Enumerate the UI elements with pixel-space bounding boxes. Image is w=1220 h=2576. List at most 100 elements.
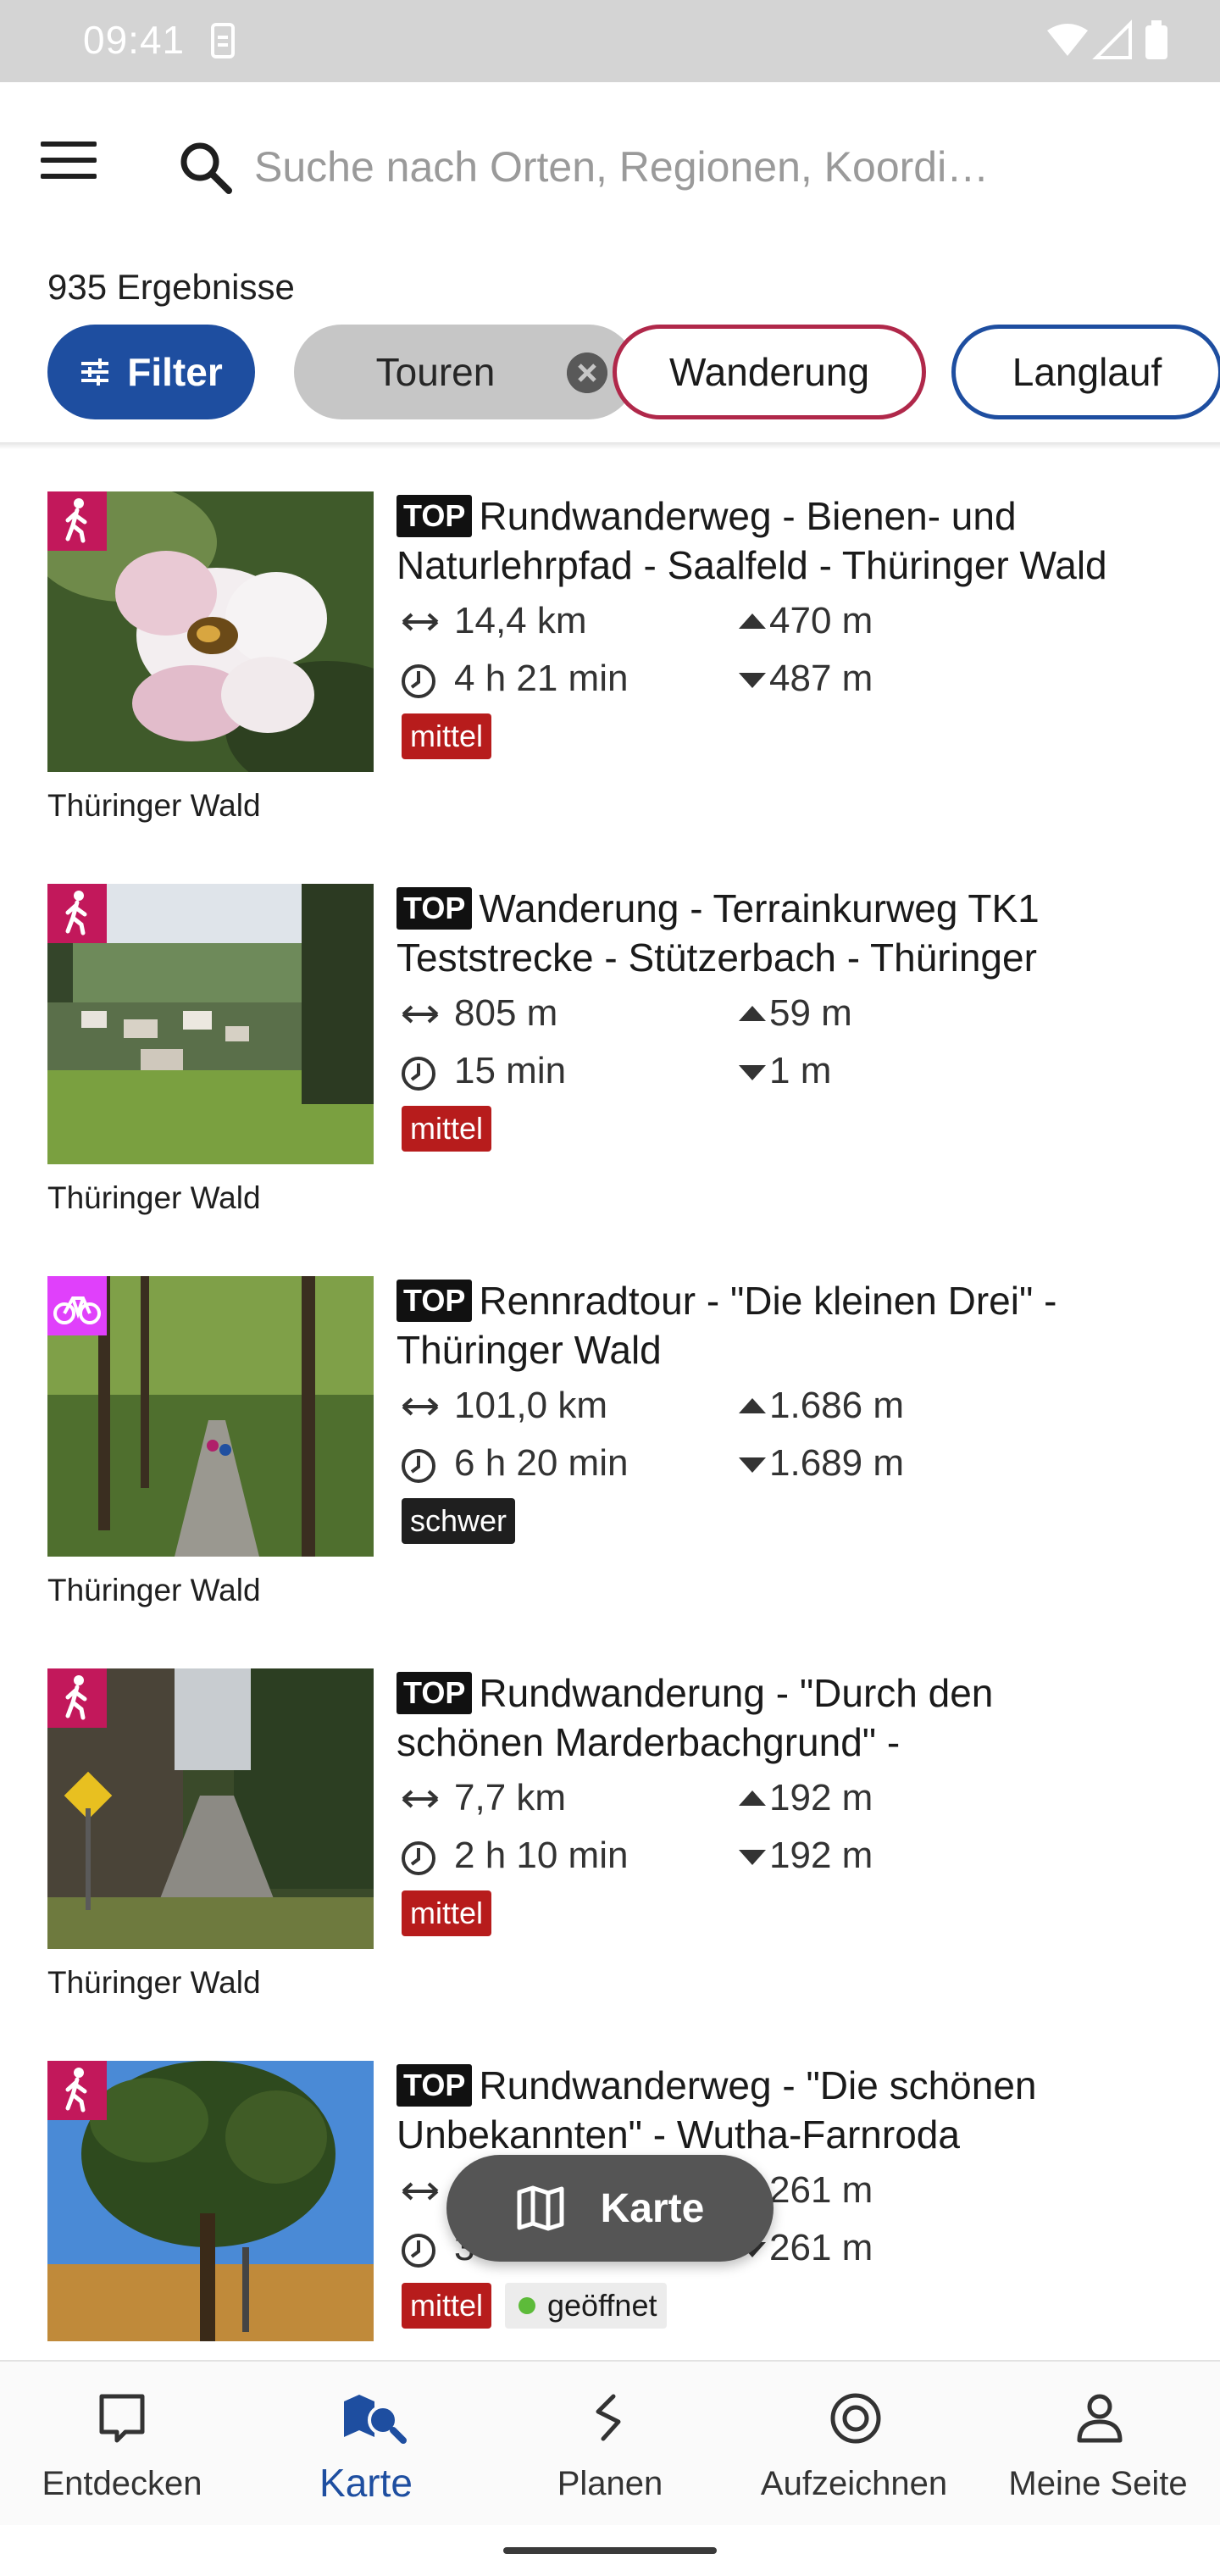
top-badge: TOP	[396, 495, 473, 537]
descent-icon	[739, 1065, 766, 1080]
tour-title-text: Rundwanderweg - Bienen- und Naturlehrpfa…	[396, 494, 1107, 587]
gesture-home-bar	[0, 2525, 1220, 2576]
nav-label: Entdecken	[42, 2465, 202, 2502]
ascent-icon	[739, 1790, 766, 1806]
header-divider	[0, 442, 1220, 449]
hiking-icon	[47, 2061, 107, 2120]
signal-icon	[1092, 19, 1132, 59]
nav-label: Planen	[557, 2465, 663, 2502]
tour-title-text: Rennradtour - "Die kleinen Drei" - Thüri…	[396, 1279, 1057, 1372]
discover-icon	[99, 2394, 145, 2443]
descent-icon	[739, 673, 766, 688]
filter-button[interactable]: Filter	[47, 325, 255, 419]
status-badge: geöffnet	[505, 2283, 668, 2329]
region-label: Thüringer Wald	[47, 1965, 261, 2000]
hiking-icon	[47, 491, 107, 551]
top-badge: TOP	[396, 887, 473, 930]
tour-title: TOP Rundwanderweg - "Die schönen Unbekann…	[396, 2061, 1176, 2162]
tour-title: TOP Rundwanderweg - Bienen- und Naturlehr…	[396, 491, 1176, 593]
region-label: Thüringer Wald	[47, 1180, 261, 1215]
clock-icon	[402, 1449, 435, 1483]
difficulty-badge: mittel	[402, 713, 492, 759]
wifi-icon	[1047, 24, 1088, 56]
nav-label: Meine Seite	[1008, 2465, 1188, 2502]
battery-icon	[1145, 25, 1167, 59]
tour-title-text: Wanderung - Terrainkurweg TK1 Teststreck…	[396, 886, 1040, 980]
map-icon	[344, 2395, 407, 2444]
chip-langlauf-label: Langlauf	[1012, 350, 1162, 394]
tour-title-text: Rundwanderweg - "Die schönen Unbekannten…	[396, 2063, 1037, 2157]
filter-sliders-icon	[81, 358, 109, 386]
descent-icon	[739, 1457, 766, 1473]
menu-icon-bar	[41, 142, 97, 147]
filter-label: Filter	[127, 350, 223, 394]
nav-label: Karte	[319, 2461, 413, 2505]
top-badge: TOP	[396, 1280, 473, 1322]
map-view-label: Karte	[600, 2185, 705, 2231]
clock-icon	[402, 664, 435, 698]
clock-icon	[402, 2234, 435, 2268]
close-icon[interactable]	[567, 353, 607, 393]
distance-icon	[402, 2182, 439, 2201]
distance-icon	[402, 1005, 439, 1024]
filter-chips: Filter Touren Wanderung Langlauf	[47, 325, 1220, 419]
region-label: Thüringer Wald	[47, 788, 261, 823]
nav-meine-seite[interactable]: Meine Seite	[976, 2362, 1220, 2527]
chip-langlauf[interactable]: Langlauf	[951, 325, 1220, 419]
result-count: 935 Ergebnisse	[47, 267, 295, 307]
road-bike-icon	[47, 1276, 107, 1335]
status-time: 09:41	[83, 18, 186, 62]
nav-karte[interactable]: Karte	[244, 2362, 488, 2527]
tour-title: TOP Rundwanderung - "Durch den schönen Ma…	[396, 1668, 1040, 1770]
tour-title-text: Rundwanderung - "Durch den schönen Marde…	[396, 1671, 994, 1764]
profile-icon	[1077, 2394, 1123, 2443]
menu-button[interactable]	[41, 142, 102, 189]
record-icon	[830, 2393, 881, 2444]
distance-icon	[402, 1397, 439, 1416]
distance-icon	[402, 613, 439, 631]
tour-list-item[interactable]: TOP Rundwanderweg - Bienen- und Naturlehr…	[0, 449, 1220, 841]
descent-icon	[739, 1850, 766, 1865]
top-badge: TOP	[396, 1672, 473, 1714]
top-badge: TOP	[396, 2064, 473, 2107]
ascent-icon	[739, 613, 766, 629]
search-icon	[180, 142, 232, 194]
search-input[interactable]	[254, 133, 1169, 201]
difficulty-badge: mittel	[402, 1890, 492, 1936]
status-bar: 09:41	[0, 0, 1220, 82]
nav-label: Aufzeichnen	[760, 2465, 948, 2502]
tour-list-item[interactable]: TOP Rennradtour - "Die kleinen Drei" - Th…	[0, 1234, 1220, 1625]
chip-touren[interactable]: Touren	[294, 325, 636, 419]
clock-icon	[402, 1057, 435, 1091]
ascent-icon	[739, 1398, 766, 1413]
tour-title: TOP Rennradtour - "Die kleinen Drei" - Th…	[396, 1276, 1176, 1378]
plan-route-icon	[596, 2394, 621, 2441]
search-header: 935 Ergebnisse Filter Touren Wanderung	[0, 82, 1220, 447]
bottom-navigation: Entdecken Karte Planen Aufzeichnen Meine…	[0, 2360, 1220, 2525]
nav-aufzeichnen[interactable]: Aufzeichnen	[732, 2362, 976, 2527]
chip-wanderung[interactable]: Wanderung	[613, 325, 926, 419]
system-status-icons	[1047, 19, 1167, 59]
menu-icon-bar	[41, 174, 97, 179]
tour-list-item[interactable]: TOP Wanderung - Terrainkurweg TK1 Teststr…	[0, 841, 1220, 1233]
chip-touren-label: Touren	[375, 350, 496, 394]
difficulty-badge: mittel	[402, 1106, 492, 1152]
tour-list: TOP Rundwanderweg - Bienen- und Naturlehr…	[0, 449, 1220, 2360]
distance-icon	[402, 1790, 439, 1808]
map-icon	[517, 2185, 564, 2231]
nav-planen[interactable]: Planen	[488, 2362, 732, 2527]
tour-title: TOP Wanderung - Terrainkurweg TK1 Teststr…	[396, 884, 1176, 985]
tour-list-item[interactable]: TOP Rundwanderung - "Durch den schönen Ma…	[0, 1626, 1220, 2018]
sim-card-icon	[211, 23, 235, 58]
nav-entdecken[interactable]: Entdecken	[0, 2362, 244, 2527]
clock-icon	[402, 1841, 435, 1875]
region-label: Thüringer Wald	[47, 1573, 261, 1607]
difficulty-badge: mittel	[402, 2283, 492, 2329]
hiking-icon	[47, 884, 107, 943]
hiking-icon	[47, 1668, 107, 1728]
menu-icon-bar	[41, 158, 97, 163]
difficulty-badge: schwer	[402, 1498, 516, 1544]
ascent-icon	[739, 1006, 766, 1021]
map-view-button[interactable]: Karte	[446, 2155, 774, 2262]
chip-wanderung-label: Wanderung	[668, 350, 870, 394]
